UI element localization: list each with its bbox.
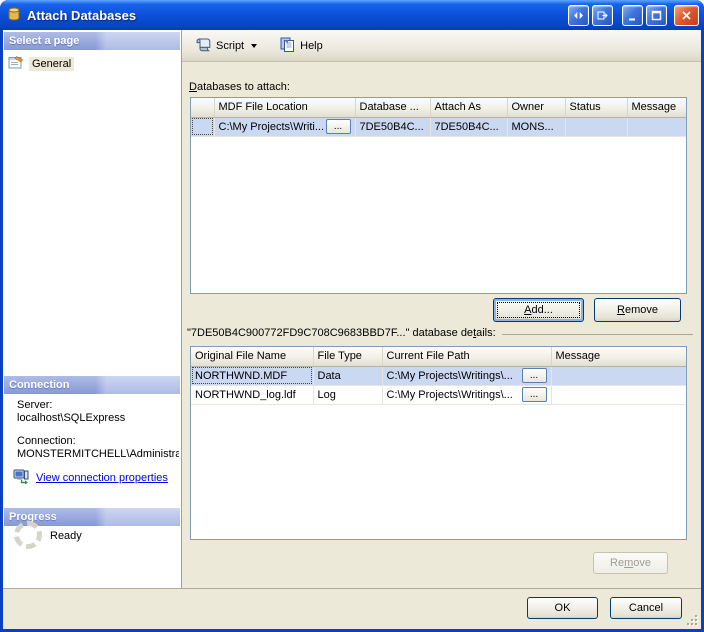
database-details-grid: Original File Name File Type Current Fil… xyxy=(190,346,687,540)
undock-button[interactable] xyxy=(592,4,613,26)
column-header-original-file-name[interactable]: Original File Name xyxy=(191,347,314,367)
maximize-icon xyxy=(651,10,662,20)
attach-databases-dialog: Attach Databases Select a page General C… xyxy=(0,0,704,632)
column-header-current-file-path[interactable]: Current File Path xyxy=(382,347,552,367)
resize-grip[interactable] xyxy=(685,613,698,626)
row-selector-cell xyxy=(191,117,215,137)
help-label: Help xyxy=(300,39,323,52)
database-details-label: "7DE50B4C900772FD9C708C9683BBD7F..." dat… xyxy=(187,327,496,339)
undock-icon xyxy=(597,11,608,19)
remove-details-button[interactable]: Remove xyxy=(593,552,668,574)
browse-button[interactable]: ... xyxy=(521,368,547,383)
column-header-message[interactable]: Message xyxy=(627,98,686,118)
database-icon xyxy=(6,6,22,25)
titlebar[interactable]: Attach Databases xyxy=(0,0,704,30)
help-button[interactable]: Help xyxy=(276,34,326,58)
select-a-page-header: Select a page xyxy=(4,32,180,50)
script-button[interactable]: Script xyxy=(192,34,260,58)
progress-status: Ready xyxy=(50,530,82,542)
file-path-cell: C:\My Projects\Writings\... ... xyxy=(382,385,552,405)
sidebar-item-label: General xyxy=(29,56,75,71)
status-cell xyxy=(565,117,628,137)
message-cell xyxy=(627,117,686,137)
table-row[interactable]: NORTHWND_log.ldf Log C:\My Projects\Writ… xyxy=(191,385,686,405)
mdf-location-value: C:\My Projects\Writi... xyxy=(218,120,324,133)
switch-panes-button[interactable] xyxy=(568,4,589,26)
footer: OK Cancel xyxy=(3,588,701,629)
sidebar: Select a page General Connection Server:… xyxy=(3,30,181,588)
close-button[interactable] xyxy=(674,4,699,26)
column-header-selector[interactable] xyxy=(191,98,215,118)
column-header-message[interactable]: Message xyxy=(551,347,686,367)
general-page-icon xyxy=(8,54,24,73)
ok-button[interactable]: OK xyxy=(527,597,598,619)
window-title: Attach Databases xyxy=(27,7,137,23)
remove-button[interactable]: Remove xyxy=(594,298,681,322)
view-connection-properties-link[interactable]: View connection properties xyxy=(13,468,168,488)
main-pane: Script Help Databases to attach: MDF Fil… xyxy=(181,30,701,588)
column-header-file-type[interactable]: File Type xyxy=(313,347,383,367)
column-header-attach-as[interactable]: Attach As xyxy=(430,98,508,118)
file-type-cell: Data xyxy=(313,366,383,386)
minimize-button[interactable] xyxy=(622,4,643,26)
owner-cell: MONS... xyxy=(507,117,566,137)
switch-panes-icon xyxy=(574,11,583,19)
script-scroll-icon xyxy=(195,36,212,56)
script-label: Script xyxy=(216,39,245,52)
column-header-database[interactable]: Database ... xyxy=(355,98,431,118)
file-path-cell: C:\My Projects\Writings\... ... xyxy=(382,366,552,386)
toolbar: Script Help xyxy=(182,30,701,62)
table-row[interactable]: NORTHWND.MDF Data C:\My Projects\Writing… xyxy=(191,366,686,386)
table-row[interactable]: C:\My Projects\Writi... ... 7DE50B4C... … xyxy=(191,117,686,137)
database-details-caption: "7DE50B4C900772FD9C708C9683BBD7F..." dat… xyxy=(187,327,693,339)
connection-label: Connection: xyxy=(17,435,76,447)
browse-button[interactable]: ... xyxy=(325,119,351,134)
file-path-value: C:\My Projects\Writings\... xyxy=(386,369,513,382)
connection-header: Connection xyxy=(4,376,180,394)
minimize-icon xyxy=(629,18,635,20)
message-cell xyxy=(551,385,686,405)
file-name-cell: NORTHWND.MDF xyxy=(191,366,314,386)
cancel-button[interactable]: Cancel xyxy=(610,597,682,619)
attach-as-cell: 7DE50B4C... xyxy=(430,117,508,137)
server-label: Server: xyxy=(17,399,53,411)
progress-spinner-icon xyxy=(14,521,42,549)
column-header-mdf-file-location[interactable]: MDF File Location xyxy=(214,98,356,118)
database-cell: 7DE50B4C... xyxy=(355,117,431,137)
connection-computer-icon xyxy=(13,468,30,488)
connection-value: MONSTERMITCHELL\Administra xyxy=(17,448,179,460)
column-header-status[interactable]: Status xyxy=(565,98,628,118)
dialog-body: Select a page General Connection Server:… xyxy=(3,30,701,629)
add-button[interactable]: Add... xyxy=(493,298,584,322)
server-value: localhost\SQLExpress xyxy=(17,412,126,424)
databases-to-attach-label: Databases to attach: xyxy=(189,81,290,93)
message-cell xyxy=(551,366,686,386)
databases-to-attach-grid: MDF File Location Database ... Attach As… xyxy=(190,97,687,294)
chevron-down-icon xyxy=(251,43,258,48)
browse-button[interactable]: ... xyxy=(521,387,547,402)
column-header-owner[interactable]: Owner xyxy=(507,98,566,118)
file-name-cell: NORTHWND_log.ldf xyxy=(191,385,314,405)
caption-rule xyxy=(501,333,693,335)
maximize-button[interactable] xyxy=(646,4,667,26)
help-pages-icon xyxy=(279,36,296,56)
view-connection-properties-label: View connection properties xyxy=(36,472,168,484)
mdf-location-cell: C:\My Projects\Writi... ... xyxy=(214,117,356,137)
sidebar-item-general[interactable]: General xyxy=(6,53,80,74)
file-type-cell: Log xyxy=(313,385,383,405)
close-icon xyxy=(682,10,691,20)
file-path-value: C:\My Projects\Writings\... xyxy=(386,388,513,401)
